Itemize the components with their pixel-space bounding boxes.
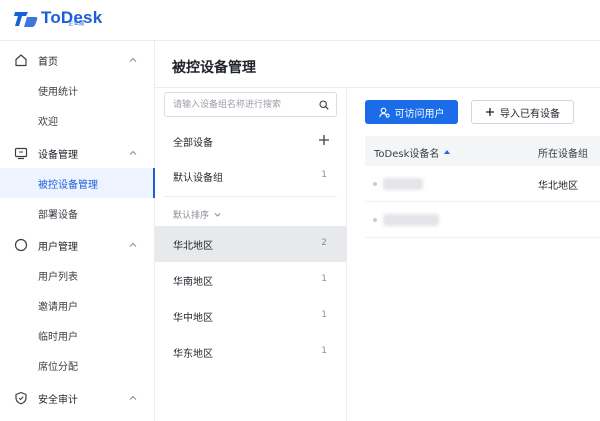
group-count: 1 (321, 346, 327, 356)
menu-group-device-management[interactable]: 设备管理 (0, 138, 155, 168)
sidebar-item-welcome[interactable]: 欢迎 (0, 105, 155, 135)
menu-group-label: 设备管理 (38, 149, 78, 161)
sidebar-item-label: 邀请用户 (38, 301, 78, 313)
sidebar-item-controlled-devices[interactable]: 被控设备管理 (0, 168, 155, 198)
table-row[interactable]: 华北地区 (365, 166, 600, 202)
group-count: 2 (321, 238, 327, 248)
edition-label: 企业版 (68, 21, 85, 27)
sort-arrow-icon[interactable] (443, 149, 451, 157)
group-row-east[interactable]: 华东地区 1 (155, 334, 346, 370)
group-label: 华东地区 (173, 349, 213, 360)
todesk-logo-icon (14, 12, 38, 27)
chevron-up-icon (129, 57, 137, 62)
chevron-up-icon (129, 242, 137, 247)
sidebar-item-label: 部署设备 (38, 209, 78, 221)
todesk-logo[interactable]: ToDesk (14, 9, 102, 28)
sidebar-item-invite-users[interactable]: 邀请用户 (0, 290, 155, 320)
chevron-up-icon (129, 150, 137, 155)
table-row[interactable] (365, 202, 600, 238)
group-label: 默认设备组 (173, 173, 223, 184)
home-icon (15, 54, 27, 67)
status-dot (373, 218, 377, 222)
group-search-box[interactable] (164, 92, 337, 117)
shield-icon (15, 391, 27, 405)
search-icon[interactable] (319, 100, 329, 110)
group-label: 华南地区 (173, 277, 213, 288)
menu-group-user-management[interactable]: 用户管理 (0, 230, 155, 260)
user-icon (14, 238, 28, 252)
sidebar-item-label: 用户列表 (38, 271, 78, 283)
column-label: ToDesk设备名 (374, 149, 440, 160)
menu-group-home[interactable]: 首页 (0, 45, 155, 75)
sidebar-item-usage-stats[interactable]: 使用统计 (0, 75, 155, 105)
default-group-row[interactable]: 默认设备组 1 (155, 158, 346, 194)
sidebar: 首页 使用统计 欢迎 设备管理 被控设备管理 部署设备 用户管理 用户列表 邀请… (0, 41, 155, 421)
menu-group-label: 用户管理 (38, 241, 78, 253)
sidebar-item-label: 被控设备管理 (38, 179, 98, 191)
chevron-up-icon (129, 395, 137, 400)
chevron-down-icon (214, 213, 221, 217)
menu-group-security-audit[interactable]: 安全审计 (0, 383, 155, 413)
user-key-icon (378, 107, 390, 118)
menu-group-label: 安全审计 (38, 394, 78, 406)
sort-dropdown[interactable]: 默认排序 (173, 208, 222, 221)
group-count: 1 (321, 310, 327, 320)
group-search-input[interactable] (173, 97, 313, 112)
sidebar-item-user-list[interactable]: 用户列表 (0, 260, 155, 290)
group-count: 1 (321, 170, 327, 180)
device-group-panel: 全部设备 默认设备组 1 默认排序 华北地区 2 华南地区 1 华中地区 1 华… (155, 88, 347, 421)
group-row-north[interactable]: 华北地区 2 (155, 226, 346, 262)
menu-group-label: 首页 (38, 56, 58, 68)
column-device-group: 所在设备组 (538, 145, 588, 160)
group-label: 华北地区 (173, 241, 213, 252)
plus-icon (486, 108, 494, 116)
sidebar-item-label: 使用统计 (38, 86, 78, 98)
sidebar-item-label: 临时用户 (38, 331, 78, 343)
group-row-central[interactable]: 华中地区 1 (155, 298, 346, 334)
sort-label: 默认排序 (173, 211, 210, 221)
sidebar-item-label: 席位分配 (38, 361, 78, 373)
visit-users-button[interactable]: 可访问用户 (365, 100, 458, 124)
sidebar-item-seat-allocation[interactable]: 席位分配 (0, 350, 155, 380)
visit-users-label: 可访问用户 (394, 108, 445, 120)
import-devices-button[interactable]: 导入已有设备 (471, 100, 574, 124)
add-group-icon[interactable] (318, 134, 330, 146)
page-title: 被控设备管理 (172, 60, 256, 76)
sidebar-item-label: 欢迎 (38, 116, 58, 128)
all-devices-row[interactable]: 全部设备 (155, 123, 346, 159)
all-devices-label: 全部设备 (173, 138, 213, 149)
sidebar-item-temp-users[interactable]: 临时用户 (0, 320, 155, 350)
sidebar-item-deploy-devices[interactable]: 部署设备 (0, 198, 155, 228)
status-dot (373, 182, 377, 186)
redacted-device-name (383, 214, 439, 226)
group-count: 1 (321, 274, 327, 284)
column-device-name[interactable]: ToDesk设备名 (374, 145, 451, 160)
redacted-device-name (383, 178, 423, 190)
group-row-south[interactable]: 华南地区 1 (155, 262, 346, 298)
device-group-cell: 华北地区 (538, 181, 578, 192)
divider (164, 196, 337, 197)
device-table-header: ToDesk设备名 所在设备组 (365, 136, 600, 166)
column-label: 所在设备组 (538, 149, 588, 160)
group-label: 华中地区 (173, 313, 213, 324)
top-bar: ToDesk 企业版 (0, 0, 600, 41)
monitor-icon (14, 147, 28, 160)
import-devices-label: 导入已有设备 (500, 108, 560, 120)
